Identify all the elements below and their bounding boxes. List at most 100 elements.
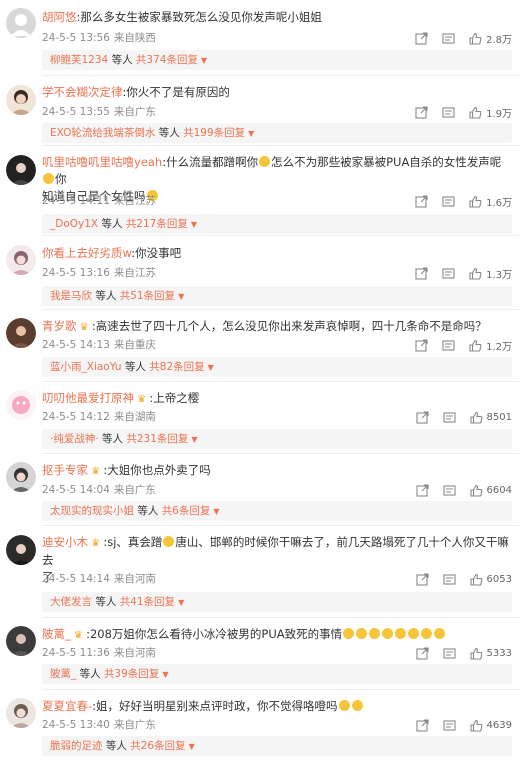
comment-username[interactable]: 你看上去好劣质w [42,246,131,260]
thumbs-up-icon[interactable] [469,106,482,119]
thumbs-up-icon[interactable] [469,267,482,280]
share-icon[interactable] [415,572,429,586]
comment-icon[interactable] [442,32,455,45]
caret-down-icon[interactable]: ▼ [248,129,254,138]
reply-preview[interactable]: 柳鲍芙1234 等人 共374条回复 ▼ [42,50,512,70]
reply-preview[interactable]: 太现实的现实小姐 等人 共6条回复 ▼ [42,501,512,521]
comment-icon[interactable] [442,339,455,352]
reply-total[interactable]: 共26条回复 [130,740,185,752]
like-count: 6053 [486,573,512,585]
reply-username[interactable]: 蓝小雨_XiaoYu [50,361,122,373]
comment-content: :什么流量都蹭啊你 [162,155,259,169]
share-icon[interactable] [415,31,428,45]
avatar[interactable] [6,626,36,656]
avatar[interactable] [6,390,36,420]
comment-content-c: 你 [55,172,67,186]
share-icon[interactable] [415,338,428,352]
comment-icon[interactable] [442,106,455,119]
thumbs-up-icon[interactable] [469,195,482,208]
thumbs-up-icon[interactable] [469,339,482,352]
reply-preview[interactable]: EXO轮流给我端茶倒水 等人 共199条回复 ▼ [42,123,512,143]
comment-username[interactable]: 叽里咕噜叽里咕噜yeah [42,155,162,169]
share-icon[interactable] [415,105,428,119]
avatar[interactable] [6,535,36,565]
reply-preview[interactable]: 我是马欣 等人 共51条回复 ▼ [42,286,512,306]
comment-username[interactable]: 叨叨他最爱打原神 [42,391,134,405]
thumbs-up-icon[interactable] [469,719,483,732]
comment-icon[interactable] [442,719,456,732]
reply-total[interactable]: 共51条回复 [120,290,175,302]
avatar[interactable] [6,462,36,492]
caret-down-icon[interactable]: ▼ [178,292,184,301]
reply-preview[interactable]: 陂蓠_ 等人 共39条回复 ▼ [42,664,512,684]
thumbs-up-icon[interactable] [469,32,482,45]
reply-preview[interactable]: 脆弱的足迹 等人 共26条回复 ▼ [42,736,512,756]
comment-username[interactable]: 学不会糊次定律 [42,85,123,99]
comment-content: :sj、真会蹭 [103,535,163,549]
reply-total[interactable]: 共41条回复 [120,596,175,608]
share-icon[interactable] [415,646,429,660]
reply-total[interactable]: 共39条回复 [104,668,159,680]
reply-username[interactable]: 脆弱的足迹 [50,740,103,752]
avatar[interactable] [6,318,36,348]
comment-icon[interactable] [442,267,455,280]
reply-username[interactable]: 陂蓠_ [50,668,76,680]
comment-username[interactable]: 夏夏宜春- [42,699,92,713]
avatar[interactable] [6,155,36,185]
reply-total[interactable]: 共199条回复 [183,127,245,139]
reply-username[interactable]: 柳鲍芙1234 [50,54,108,66]
reply-mid: 等人 [79,668,101,680]
comment-icon[interactable] [442,573,456,586]
comment-username[interactable]: 陂蓠_ [42,627,71,641]
reply-total[interactable]: 共82条回复 [149,361,204,373]
reply-preview[interactable]: 蓝小雨_XiaoYu 等人 共82条回复 ▼ [42,357,512,377]
comment-username[interactable]: 胡阿悠 [42,10,77,24]
caret-down-icon[interactable]: ▼ [191,435,197,444]
share-icon[interactable] [415,718,429,732]
share-icon[interactable] [415,410,429,424]
comment-username[interactable]: 抠手专家 [42,463,88,477]
thumbs-up-icon[interactable] [469,647,483,660]
thumbs-up-icon[interactable] [469,411,483,424]
share-icon[interactable] [415,483,429,497]
reply-preview[interactable]: ·纯爱战神· 等人 共231条回复 ▼ [42,429,512,449]
reply-username[interactable]: 大佬发言 [50,596,92,608]
avatar[interactable] [6,698,36,728]
comment-date: 24-5-5 14:13 [42,339,110,351]
caret-down-icon[interactable]: ▼ [213,507,219,516]
avatar[interactable] [6,245,36,275]
comment-icon[interactable] [442,411,456,424]
share-icon[interactable] [415,194,428,208]
reply-preview[interactable]: 大佬发言 等人 共41条回复 ▼ [42,592,512,612]
thumbs-up-icon[interactable] [469,484,483,497]
reply-username[interactable]: ·纯爱战神· [50,433,99,445]
comment-content: :你没事吧 [131,246,182,260]
reply-username[interactable]: 我是马欣 [50,290,92,302]
thumbs-up-icon[interactable] [469,573,483,586]
reply-total[interactable]: 共231条回复 [126,433,188,445]
share-icon[interactable] [415,266,428,280]
comment-username[interactable]: 青岁歌 [42,319,77,333]
avatar[interactable] [6,85,36,115]
comment-date: 24-5-5 14:04 [42,484,110,496]
caret-down-icon[interactable]: ▼ [208,363,214,372]
reply-total[interactable]: 共217条回复 [126,218,188,230]
reply-total[interactable]: 共374条回复 [136,54,198,66]
caret-down-icon[interactable]: ▼ [201,56,207,65]
reply-username[interactable]: 太现实的现实小姐 [50,505,134,517]
reply-username[interactable]: EXO轮流给我端茶倒水 [50,127,155,139]
comment-icon[interactable] [442,647,456,660]
caret-down-icon[interactable]: ▼ [162,670,168,679]
reply-mid: 等人 [105,740,127,752]
reply-total[interactable]: 共6条回复 [162,505,211,517]
caret-down-icon[interactable]: ▼ [189,742,195,751]
comment-item: 抠手专家 ♛ :大姐你也点外卖了吗 24-5-5 14:04 来自广东 6604 … [0,454,520,526]
caret-down-icon[interactable]: ▼ [191,220,197,229]
reply-preview[interactable]: _DoOy1X 等人 共217条回复 ▼ [42,214,512,234]
comment-username[interactable]: 迪安小木 [42,535,88,549]
comment-icon[interactable] [442,195,455,208]
comment-icon[interactable] [442,484,456,497]
avatar[interactable] [6,8,36,38]
reply-username[interactable]: _DoOy1X [50,218,98,230]
caret-down-icon[interactable]: ▼ [178,598,184,607]
